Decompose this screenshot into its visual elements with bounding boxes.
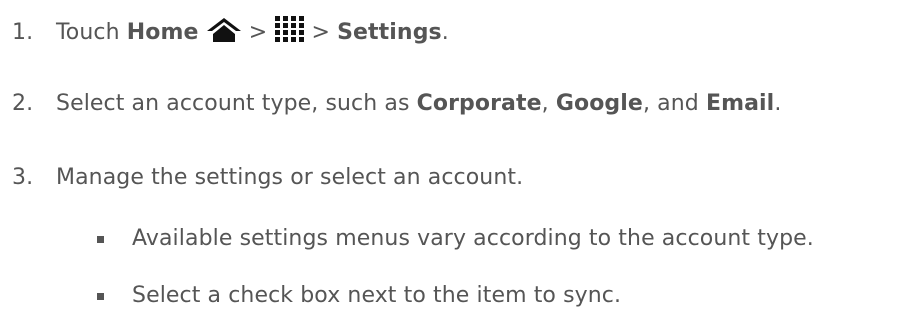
home-icon: [206, 17, 242, 52]
home-label: Home: [126, 20, 199, 45]
bullet-marker: [97, 236, 104, 243]
step-number: 1.: [12, 20, 34, 45]
separator: >: [248, 20, 268, 45]
google-label: Google: [555, 91, 643, 116]
step-1: 1. Touch Home > > Settings.: [12, 15, 449, 52]
settings-label: Settings: [337, 20, 442, 45]
apps-grid-icon: [274, 15, 305, 52]
period: .: [441, 20, 449, 45]
instruction-page: 1. Touch Home > > Settings. 2. Select an a…: [0, 0, 910, 309]
corporate-label: Corporate: [416, 91, 542, 116]
step-number: 2.: [12, 91, 34, 116]
bullet-item: Select a check box next to the item to s…: [132, 283, 622, 308]
step-2-and-text: , and: [642, 91, 699, 116]
step-2-text: Select an account type, such as: [56, 91, 410, 116]
separator: >: [311, 20, 330, 45]
bullet-item: Available settings menus vary according …: [132, 226, 814, 251]
bullet-marker: [97, 293, 104, 300]
period: .: [774, 91, 782, 116]
step-3-text: Manage the settings or select an account…: [56, 165, 524, 190]
comma: ,: [541, 91, 549, 116]
email-label: Email: [705, 91, 775, 116]
step-3: 3. Manage the settings or select an accou…: [12, 163, 523, 193]
step-2: 2. Select an account type, such as Corpor…: [12, 89, 781, 119]
step-1-touch-text: Touch: [56, 20, 120, 45]
step-number: 3.: [12, 165, 34, 190]
